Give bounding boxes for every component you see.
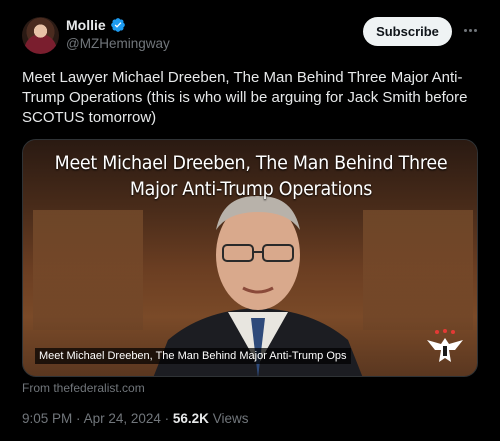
media-caption: Meet Michael Dreeben, The Man Behind Maj… — [35, 348, 351, 364]
media-source-link[interactable]: From thefederalist.com — [22, 381, 145, 395]
tweet-time[interactable]: 9:05 PM — [22, 411, 72, 426]
tweet-date[interactable]: Apr 24, 2024 — [84, 411, 161, 426]
media-headline-line: Meet Michael Dreeben, The Man Behind Thr… — [54, 152, 448, 174]
views-label: Views — [212, 411, 249, 426]
author-handle[interactable]: @MZHemingway — [66, 36, 170, 51]
meta-separator: · — [164, 411, 170, 426]
federalist-eagle-logo-icon — [427, 329, 463, 362]
display-name[interactable]: Mollie — [66, 17, 106, 33]
wood-panel — [33, 210, 143, 330]
tweet-card: Mollie @MZHemingway Subscribe Meet Lawye… — [0, 0, 500, 441]
media-thumbnail[interactable]: Meet Michael Dreeben, The Man Behind Thr… — [22, 139, 478, 377]
wood-panel — [363, 210, 473, 330]
more-options-icon[interactable] — [460, 22, 480, 38]
verified-badge-icon — [110, 18, 125, 32]
subscribe-button[interactable]: Subscribe — [363, 17, 452, 46]
views-count[interactable]: 56.2K — [173, 411, 209, 426]
tweet-text: Meet Lawyer Michael Dreeben, The Man Beh… — [22, 69, 468, 126]
meta-separator: · — [76, 411, 81, 426]
author-name-row: Mollie — [66, 17, 126, 33]
avatar[interactable] — [22, 17, 59, 54]
media-headline: Meet Michael Dreeben, The Man Behind Thr… — [41, 150, 461, 202]
tweet-meta: 9:05 PM · Apr 24, 2024 · 56.2K Views — [22, 411, 248, 426]
media-headline-line: Major Anti-Trump Operations — [129, 178, 373, 200]
